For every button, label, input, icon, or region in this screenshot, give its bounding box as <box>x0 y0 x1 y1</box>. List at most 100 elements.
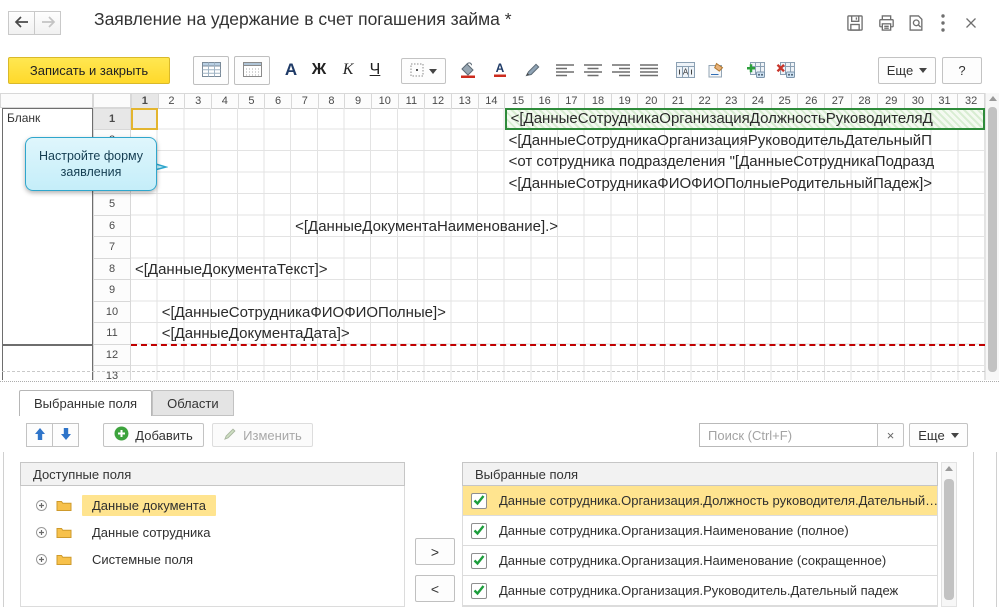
expand-icon[interactable] <box>36 554 47 565</box>
move-up-button[interactable] <box>26 423 53 447</box>
move-right-button[interactable]: > <box>415 538 455 565</box>
row-header[interactable]: 13 <box>93 366 131 380</box>
row-header[interactable]: 8 <box>93 259 131 281</box>
close-icon[interactable] <box>959 11 983 35</box>
sheet-cell-text[interactable]: <[ДанныеДокументаНаименование].> <box>291 216 985 238</box>
column-header[interactable]: 7 <box>292 94 319 109</box>
table-settings-toggle[interactable] <box>193 56 229 85</box>
sheet-cell-text[interactable]: <[ДанныеСотрудникаОрганизацияРуководител… <box>505 130 985 152</box>
kebab-menu-icon[interactable] <box>935 11 951 35</box>
borders-dropdown[interactable] <box>401 58 446 84</box>
selected-cell[interactable] <box>131 108 158 130</box>
row-header[interactable]: 12 <box>93 345 131 367</box>
section-bracket-footer[interactable] <box>2 345 93 381</box>
forward-button[interactable] <box>34 11 61 35</box>
column-header[interactable]: 31 <box>932 94 959 109</box>
column-header[interactable]: 3 <box>185 94 212 109</box>
row-header[interactable]: 7 <box>93 237 131 259</box>
tree-item[interactable]: Данные сотрудника <box>21 519 404 546</box>
align-justify-button[interactable] <box>636 58 662 84</box>
sheet-cell-text[interactable]: <[ДанныеСотрудникаФИОФИОПолные]> <box>158 302 985 324</box>
column-header[interactable]: 22 <box>692 94 719 109</box>
remove-named-area-button[interactable] <box>772 58 798 84</box>
list-item[interactable]: Данные сотрудника.Организация.Руководите… <box>463 576 937 606</box>
column-header[interactable]: 9 <box>345 94 372 109</box>
column-header[interactable]: 29 <box>878 94 905 109</box>
column-header[interactable]: 4 <box>212 94 239 109</box>
print-preview-icon[interactable] <box>904 11 928 35</box>
list-item[interactable]: Данные сотрудника.Организация.Наименован… <box>463 546 937 576</box>
column-header[interactable]: 14 <box>479 94 506 109</box>
expand-icon[interactable] <box>36 527 47 538</box>
column-header[interactable]: 1 <box>131 94 159 109</box>
underline-button[interactable]: Ч <box>362 57 388 83</box>
column-header[interactable]: 18 <box>585 94 612 109</box>
row-header[interactable]: 1 <box>93 108 131 130</box>
tab-selected-fields[interactable]: Выбранные поля <box>19 390 152 416</box>
column-header[interactable]: 12 <box>425 94 452 109</box>
row-header[interactable]: 10 <box>93 302 131 324</box>
row-header[interactable]: 5 <box>93 194 131 216</box>
scrollbar-thumb[interactable] <box>944 479 954 600</box>
align-left-button[interactable] <box>552 58 578 84</box>
column-header[interactable]: 24 <box>745 94 772 109</box>
column-header[interactable]: 15 <box>505 94 532 109</box>
fill-color-button[interactable] <box>455 58 481 84</box>
column-header[interactable]: 6 <box>265 94 292 109</box>
save-icon[interactable] <box>843 11 867 35</box>
sheet-cell-text[interactable]: <[ДанныеДокументаДата]> <box>158 323 985 345</box>
save-and-close-button[interactable]: Записать и закрыть <box>8 57 170 84</box>
search-clear-button[interactable]: × <box>877 423 904 447</box>
table-grid-toggle[interactable] <box>234 56 270 85</box>
bold-button[interactable]: Ж <box>306 57 332 83</box>
search-input[interactable] <box>699 423 878 447</box>
checkbox[interactable] <box>471 493 487 509</box>
sheet-cell-text[interactable]: <[ДанныеСотрудникаФИОФИОПолныеРодительны… <box>505 173 985 195</box>
add-named-area-button[interactable] <box>742 58 768 84</box>
tree-item[interactable]: Данные документа <box>21 492 404 519</box>
edit-field-button[interactable]: Изменить <box>212 423 313 447</box>
column-header[interactable]: 21 <box>665 94 692 109</box>
tab-areas[interactable]: Области <box>152 390 234 416</box>
italic-button[interactable]: К <box>335 57 361 83</box>
list-vertical-scrollbar[interactable] <box>941 462 957 607</box>
column-header[interactable]: 17 <box>559 94 586 109</box>
move-down-button[interactable] <box>52 423 79 447</box>
checkbox[interactable] <box>471 583 487 599</box>
column-header[interactable]: 20 <box>638 94 665 109</box>
column-header[interactable]: 10 <box>372 94 399 109</box>
column-header[interactable]: 28 <box>852 94 879 109</box>
column-header[interactable]: 27 <box>825 94 852 109</box>
more-button[interactable]: Еще <box>878 57 936 84</box>
back-button[interactable] <box>8 11 35 35</box>
highlight-pencil-button[interactable] <box>519 58 545 84</box>
expand-icon[interactable] <box>36 500 47 511</box>
font-color-button[interactable]: А <box>487 58 513 84</box>
move-left-button[interactable]: < <box>415 575 455 602</box>
column-header[interactable]: 25 <box>772 94 799 109</box>
pane-splitter[interactable] <box>0 381 999 382</box>
tree-item[interactable]: Системные поля <box>21 546 404 573</box>
scrollbar-thumb[interactable] <box>988 107 997 372</box>
list-item[interactable]: Данные сотрудника.Организация.Наименован… <box>463 516 937 546</box>
column-header[interactable]: 2 <box>159 94 186 109</box>
checkbox[interactable] <box>471 523 487 539</box>
align-right-button[interactable] <box>608 58 634 84</box>
row-header[interactable]: 11 <box>93 323 131 345</box>
column-header[interactable]: 32 <box>958 94 985 109</box>
column-header[interactable]: 8 <box>319 94 346 109</box>
list-item[interactable]: Данные сотрудника.Организация.Должность … <box>463 486 937 516</box>
sheet-vertical-scrollbar[interactable] <box>985 93 999 380</box>
print-icon[interactable] <box>874 11 898 35</box>
add-field-button[interactable]: Добавить <box>103 423 204 447</box>
column-header[interactable]: 26 <box>798 94 825 109</box>
column-header[interactable]: 19 <box>612 94 639 109</box>
align-center-button[interactable] <box>580 58 606 84</box>
column-header[interactable]: 11 <box>399 94 426 109</box>
column-header[interactable]: 23 <box>718 94 745 109</box>
column-header[interactable]: 16 <box>532 94 559 109</box>
font-button[interactable]: А <box>278 57 304 83</box>
column-width-button[interactable]: А <box>672 58 698 84</box>
row-header[interactable]: 6 <box>93 216 131 238</box>
column-header[interactable]: 5 <box>239 94 266 109</box>
